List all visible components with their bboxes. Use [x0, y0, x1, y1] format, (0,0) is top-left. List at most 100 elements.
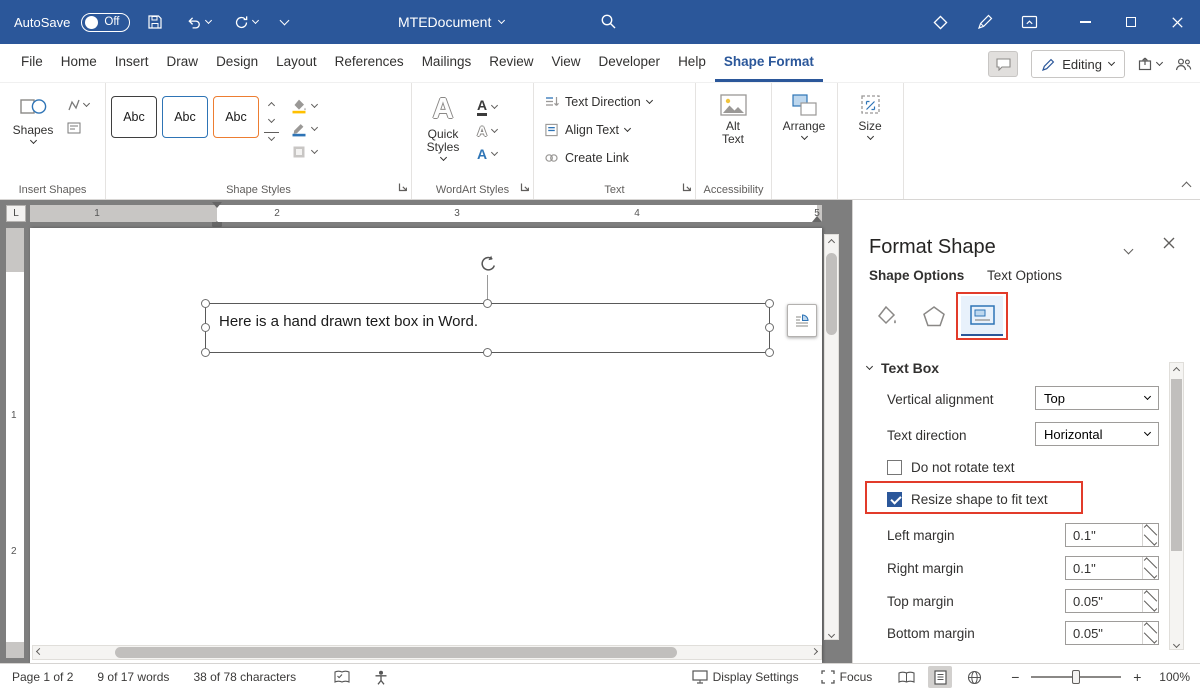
selected-text-box[interactable]: Here is a hand drawn text box in Word. — [205, 303, 770, 353]
panel-tab-text-options[interactable]: Text Options — [987, 268, 1062, 283]
text-direction-button[interactable]: Text Direction — [544, 90, 690, 114]
save-button[interactable] — [141, 7, 169, 37]
fill-line-options-button[interactable] — [865, 296, 907, 336]
arrange-button[interactable]: Arrange — [777, 90, 831, 139]
tab-mailings[interactable]: Mailings — [413, 44, 481, 82]
do-not-rotate-checkbox[interactable] — [887, 460, 902, 475]
hanging-indent-marker[interactable] — [212, 204, 222, 227]
top-margin-spinner[interactable]: 0.05" — [1065, 589, 1159, 613]
resize-handle-top-middle[interactable] — [483, 299, 492, 308]
collapse-ribbon-button[interactable] — [1183, 178, 1190, 193]
shape-style-option[interactable]: Abc — [162, 96, 208, 138]
panel-collapse-button[interactable] — [1125, 241, 1132, 256]
web-layout-button[interactable] — [962, 666, 986, 688]
resize-handle-top-left[interactable] — [201, 299, 210, 308]
right-indent-marker[interactable] — [812, 216, 822, 222]
inking-button[interactable] — [977, 14, 993, 30]
resize-handle-middle-left[interactable] — [201, 323, 210, 332]
gallery-more-button[interactable] — [264, 132, 279, 144]
gallery-up-button[interactable] — [264, 98, 279, 110]
customize-quick-access-button[interactable] — [275, 7, 294, 37]
tab-design[interactable]: Design — [207, 44, 267, 82]
minimize-button[interactable] — [1062, 0, 1108, 44]
spin-down-icon[interactable] — [1143, 568, 1158, 579]
tab-shape-format[interactable]: Shape Format — [715, 44, 823, 82]
align-text-button[interactable]: Align Text — [544, 118, 690, 142]
accessibility-status-button[interactable] — [374, 670, 388, 685]
tab-file[interactable]: File — [12, 44, 52, 82]
shapes-button[interactable]: Shapes — [5, 90, 61, 181]
tab-review[interactable]: Review — [480, 44, 542, 82]
vertical-alignment-dropdown[interactable]: Top — [1035, 386, 1159, 410]
vertical-ruler[interactable]: 1 2 — [6, 228, 24, 658]
panel-tab-shape-options[interactable]: Shape Options — [869, 268, 964, 283]
shape-outline-button[interactable] — [291, 121, 317, 137]
panel-scroll-thumb[interactable] — [1171, 379, 1182, 551]
layout-options-button[interactable] — [787, 304, 817, 337]
edit-shape-button[interactable] — [67, 98, 89, 112]
size-button[interactable]: Size — [843, 90, 897, 139]
autosave-toggle[interactable]: Off — [81, 13, 129, 32]
spin-down-icon[interactable] — [1143, 601, 1158, 612]
shape-effects-button[interactable] — [291, 144, 317, 160]
search-button[interactable] — [600, 13, 617, 33]
people-button[interactable] — [1175, 58, 1192, 71]
alt-text-button[interactable]: Alt Text — [701, 90, 765, 146]
text-box-section-header[interactable]: Text Box — [867, 360, 939, 376]
text-direction-dropdown[interactable]: Horizontal — [1035, 422, 1159, 446]
rotate-handle[interactable] — [478, 254, 499, 275]
comments-button[interactable] — [988, 51, 1018, 77]
scroll-up-icon[interactable] — [1173, 367, 1180, 374]
zoom-out-button[interactable]: − — [1008, 669, 1022, 685]
shape-fill-button[interactable] — [291, 98, 317, 114]
print-layout-button[interactable] — [928, 666, 952, 688]
redo-button[interactable] — [228, 7, 264, 37]
designer-button[interactable] — [932, 14, 949, 31]
tab-view[interactable]: View — [542, 44, 589, 82]
proofing-status-button[interactable] — [334, 670, 350, 684]
shape-style-option[interactable]: Abc — [111, 96, 157, 138]
resize-handle-bottom-middle[interactable] — [483, 348, 492, 357]
text-effects-button[interactable]: A — [477, 146, 497, 162]
tab-developer[interactable]: Developer — [590, 44, 670, 82]
read-mode-button[interactable] — [894, 666, 918, 688]
zoom-slider[interactable] — [1031, 676, 1121, 678]
tab-stop-selector[interactable]: L — [6, 205, 26, 222]
tab-layout[interactable]: Layout — [267, 44, 326, 82]
gallery-down-button[interactable] — [264, 115, 279, 127]
bottom-margin-spinner[interactable]: 0.05" — [1065, 621, 1159, 645]
zoom-slider-thumb[interactable] — [1072, 670, 1080, 684]
create-link-button[interactable]: Create Link — [544, 146, 690, 170]
document-page[interactable] — [30, 228, 822, 663]
horizontal-scroll-thumb[interactable] — [115, 647, 677, 658]
tab-help[interactable]: Help — [669, 44, 715, 82]
ribbon-display-options-button[interactable] — [1021, 14, 1038, 30]
display-settings-button[interactable]: Display Settings — [692, 670, 799, 684]
tab-home[interactable]: Home — [52, 44, 106, 82]
document-horizontal-scrollbar[interactable] — [32, 645, 822, 660]
undo-button[interactable] — [180, 7, 217, 37]
scroll-up-icon[interactable] — [828, 239, 835, 246]
panel-scrollbar[interactable] — [1169, 362, 1184, 650]
quick-styles-button[interactable]: A Quick Styles — [417, 90, 469, 181]
text-fill-button[interactable]: A — [477, 98, 497, 116]
maximize-button[interactable] — [1108, 0, 1154, 44]
spin-down-icon[interactable] — [1143, 535, 1158, 546]
tab-draw[interactable]: Draw — [158, 44, 208, 82]
scroll-down-icon[interactable] — [828, 631, 835, 638]
resize-handle-bottom-right[interactable] — [765, 348, 774, 357]
focus-mode-button[interactable]: Focus — [821, 670, 873, 684]
vertical-scroll-thumb[interactable] — [826, 253, 837, 335]
document-vertical-scrollbar[interactable] — [824, 234, 839, 640]
do-not-rotate-label[interactable]: Do not rotate text — [911, 460, 1015, 475]
scroll-down-icon[interactable] — [1173, 641, 1180, 648]
tab-insert[interactable]: Insert — [106, 44, 158, 82]
draw-text-box-button[interactable] — [67, 122, 89, 134]
resize-handle-middle-right[interactable] — [765, 323, 774, 332]
horizontal-ruler[interactable]: 1 2 3 4 5 — [30, 205, 822, 222]
resize-handle-bottom-left[interactable] — [201, 348, 210, 357]
share-button[interactable] — [1138, 57, 1162, 71]
left-margin-spinner[interactable]: 0.1" — [1065, 523, 1159, 547]
editing-mode-button[interactable]: Editing — [1031, 50, 1125, 78]
page-count-status[interactable]: Page 1 of 2 — [12, 670, 73, 684]
